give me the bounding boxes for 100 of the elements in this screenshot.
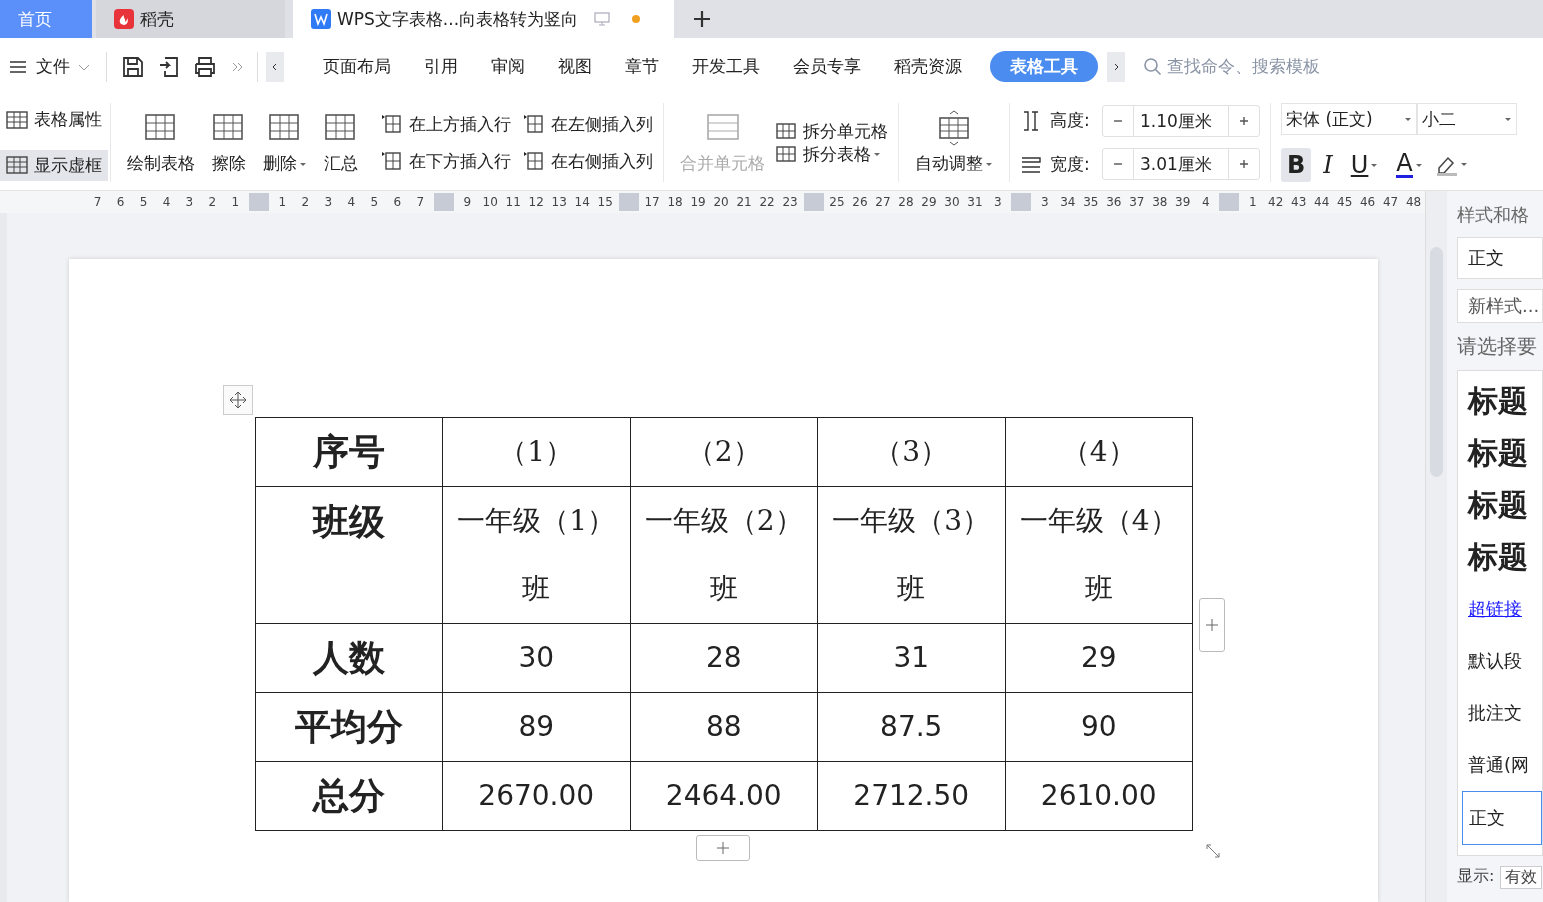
ribbon-button[interactable]: 擦除 (205, 110, 253, 175)
print-icon[interactable] (193, 54, 217, 79)
style-item[interactable]: 标题 (1468, 531, 1542, 583)
style-item[interactable]: 标题 (1468, 375, 1542, 427)
document-tab[interactable]: WPS文字表格...向表格转为竖向 (293, 0, 674, 38)
ruler-number: 2 (300, 195, 311, 209)
ruler-number: 37 (1128, 195, 1146, 209)
format-button[interactable]: I (1317, 147, 1339, 182)
ruler-number: 15 (596, 195, 614, 209)
font-family-dropdown[interactable]: 宋体 (正文) (1281, 103, 1417, 136)
scrollbar[interactable] (1425, 191, 1447, 902)
row-header-cell: 序号 (255, 417, 443, 487)
ruler-number: 3 (184, 195, 195, 209)
format-button[interactable]: B (1281, 147, 1312, 182)
plus-icon (1205, 618, 1219, 632)
ruler-number: 42 (1267, 195, 1285, 209)
insert-button[interactable]: 在右侧插入列 (523, 149, 653, 173)
table-cell: 一年级（2）班 (630, 486, 818, 624)
insert-button[interactable]: 在上方插入行 (381, 112, 511, 136)
add-row-button[interactable] (696, 835, 750, 861)
ruler-number: 14 (573, 195, 591, 209)
file-menu[interactable]: 文件 (0, 55, 98, 78)
ribbon-toggle[interactable]: 显示虚框 (0, 149, 108, 181)
style-item[interactable]: 普通(网 (1468, 739, 1542, 791)
ruler-number: 45 (1336, 195, 1354, 209)
ruler-number: 18 (666, 195, 684, 209)
size-field[interactable]: 1.10厘米 (1102, 104, 1260, 137)
ruler-marker[interactable] (618, 193, 639, 211)
export-icon[interactable] (157, 54, 181, 79)
row-header-cell: 总分 (255, 761, 443, 831)
format-button[interactable]: A (1390, 147, 1429, 182)
auto-fit-button[interactable]: 自动调整 (909, 110, 999, 175)
add-column-button[interactable] (1199, 598, 1225, 652)
ruler-number: 12 (527, 195, 545, 209)
ruler-number: 3 (1040, 195, 1050, 209)
style-item[interactable]: 默认段 (1468, 635, 1542, 687)
ruler-number: 1 (1247, 195, 1258, 209)
table-icon (6, 108, 28, 131)
style-item[interactable]: 标题 (1468, 427, 1542, 479)
ribbon-button[interactable]: 汇总 (317, 110, 365, 175)
caret-icon (1404, 115, 1412, 124)
ruler-marker[interactable] (1011, 193, 1032, 211)
split-button[interactable]: 拆分单元格 (775, 119, 888, 143)
scroll-left-button[interactable] (266, 51, 284, 82)
ruler-marker[interactable] (1219, 193, 1240, 211)
ruler-number: 48 (1404, 195, 1423, 209)
ruler-number: 11 (504, 195, 522, 209)
style-item[interactable]: 超链接 (1468, 583, 1542, 635)
ruler-marker[interactable] (803, 193, 824, 211)
menu-tab[interactable]: 稻壳资源 (879, 51, 977, 82)
size-field[interactable]: 3.01厘米 (1102, 148, 1260, 181)
ribbon-button[interactable]: 绘制表格 (121, 110, 201, 175)
ribbon-button[interactable]: 删除 (257, 110, 313, 175)
style-item[interactable]: 批注文 (1468, 687, 1542, 739)
menu-tab[interactable]: 会员专享 (778, 51, 876, 82)
style-item[interactable]: 标题 (1468, 479, 1542, 531)
menu-tab[interactable]: 视图 (543, 51, 607, 82)
scroll-right-button[interactable] (1107, 51, 1125, 82)
resize-handle-icon[interactable] (1205, 843, 1221, 859)
save-icon[interactable] (121, 54, 145, 79)
ruler-number: 29 (920, 195, 938, 209)
table-cell: （4） (1005, 417, 1193, 487)
ruler-number: 17 (643, 195, 661, 209)
insert-button[interactable]: 在左侧插入列 (523, 112, 653, 136)
ruler-number: 43 (1290, 195, 1308, 209)
row-header-cell: 平均分 (255, 692, 443, 762)
menu-tab[interactable]: 开发工具 (677, 51, 775, 82)
insert-button[interactable]: 在下方插入行 (381, 149, 511, 173)
size-label: 宽度: (1050, 152, 1091, 176)
table-cell: 88 (630, 692, 818, 762)
font-size-dropdown[interactable]: 小二 (1417, 103, 1517, 136)
ruler-number: 20 (712, 195, 730, 209)
ruler-marker[interactable] (248, 193, 269, 211)
current-style-field[interactable]: 正文 (1457, 237, 1543, 279)
split-button[interactable]: 拆分表格 (775, 142, 888, 166)
ruler-number: 26 (851, 195, 869, 209)
menu-tab[interactable]: 审阅 (476, 51, 540, 82)
ruler-number: 23 (781, 195, 799, 209)
style-item[interactable]: 正文 (1462, 791, 1542, 845)
menu-tab[interactable]: 页面布局 (308, 51, 406, 82)
ruler-number: 27 (874, 195, 892, 209)
menu-tab[interactable]: 章节 (610, 51, 674, 82)
table-icon (775, 143, 797, 165)
ruler-number: 6 (115, 195, 126, 209)
format-button[interactable]: U (1344, 147, 1385, 182)
ruler-number: 34 (1059, 195, 1077, 209)
new-tab-icon[interactable] (692, 9, 712, 29)
table-cell: 一年级（1）班 (442, 486, 630, 624)
ruler-marker[interactable] (433, 193, 454, 211)
table-cell: （2） (630, 417, 818, 487)
move-handle[interactable] (223, 385, 253, 415)
new-style-button[interactable]: 新样式... (1457, 289, 1543, 323)
menu-tab[interactable]: 引用 (409, 51, 473, 82)
monitor-icon[interactable] (594, 11, 611, 27)
document-tab[interactable]: 稻壳 (96, 0, 285, 38)
panel-title: 样式和格 (1457, 203, 1530, 227)
flame-icon (114, 9, 134, 29)
ribbon-toggle[interactable]: 表格属性 (0, 104, 108, 136)
ruler-number: 25 (828, 195, 846, 209)
show-dropdown[interactable]: 有效 (1500, 866, 1543, 889)
